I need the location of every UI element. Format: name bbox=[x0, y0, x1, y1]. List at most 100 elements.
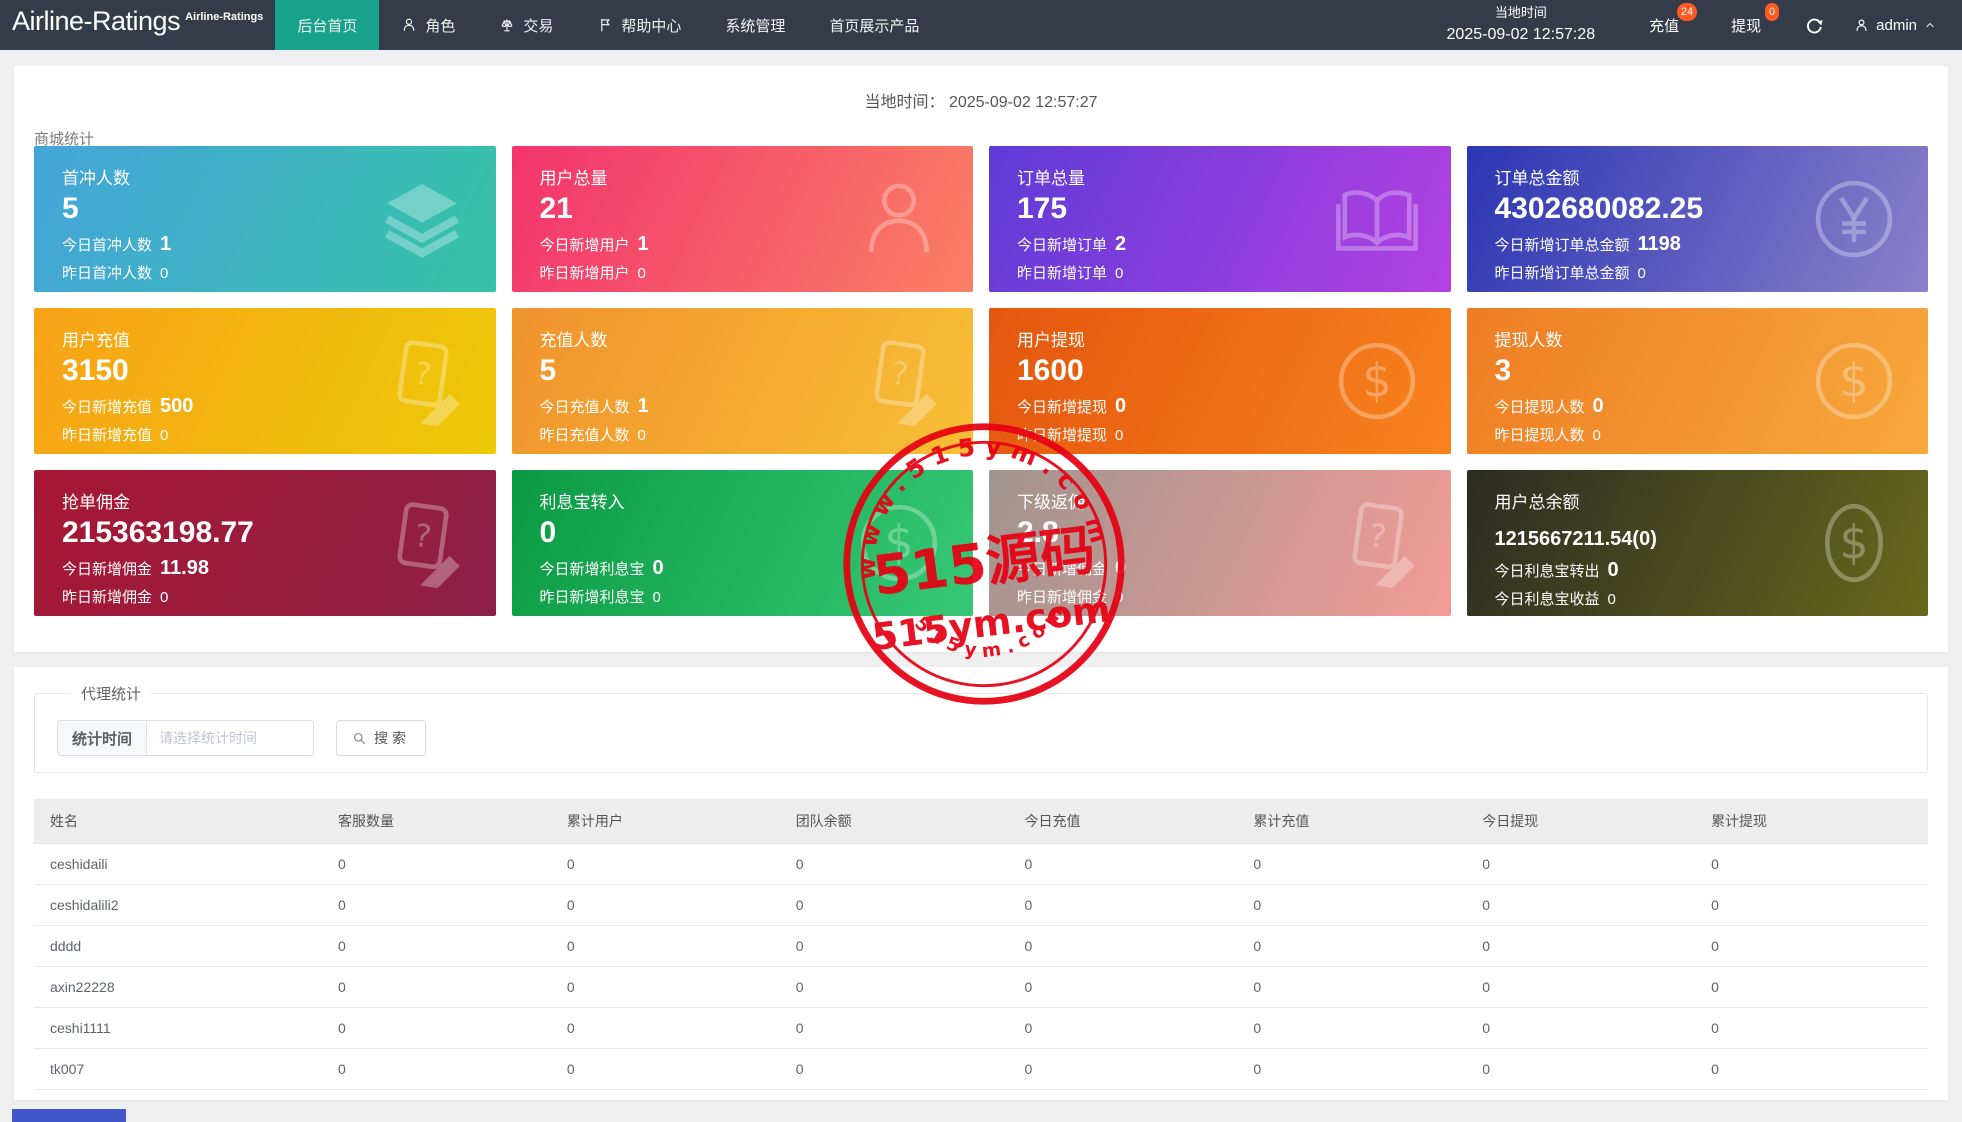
stat-card-today-label: 今日新增订单总金额 bbox=[1495, 234, 1630, 255]
flag-icon bbox=[597, 17, 613, 33]
table-cell: 0 bbox=[326, 1049, 555, 1090]
stat-card-yesterday-value: 0 bbox=[160, 265, 168, 282]
table-cell: 0 bbox=[1013, 926, 1242, 967]
recharge-button[interactable]: 充值 24 bbox=[1623, 0, 1705, 50]
agent-filter-row: 统计时间 搜索 bbox=[57, 720, 1907, 756]
table-cell: 0 bbox=[326, 926, 555, 967]
stat-card-value: 5 bbox=[62, 192, 496, 227]
stat-card: 用户总余额 1215667211.54(0) 今日利息宝转出 0 今日利息宝收益… bbox=[1467, 470, 1929, 616]
table-cell: 0 bbox=[784, 1049, 1013, 1090]
table-cell: 0 bbox=[1699, 885, 1928, 926]
table-cell: 0 bbox=[1470, 885, 1699, 926]
stat-card-title: 提现人数 bbox=[1495, 326, 1929, 351]
stat-time-input[interactable] bbox=[146, 720, 314, 756]
nav-item-3[interactable]: 交易 bbox=[477, 0, 575, 50]
table-column-header: 累计用户 bbox=[555, 799, 784, 844]
table-cell: 0 bbox=[784, 885, 1013, 926]
nav-item-1[interactable]: 后台首页 bbox=[275, 0, 379, 50]
table-cell: 0 bbox=[1241, 885, 1470, 926]
stat-card: 订单总量 175 今日新增订单 2 昨日新增订单 0 bbox=[989, 146, 1451, 292]
table-cell: 0 bbox=[555, 967, 784, 1008]
stat-card-title: 用户提现 bbox=[1017, 326, 1451, 351]
stat-card: 首冲人数 5 今日首冲人数 1 昨日首冲人数 0 bbox=[34, 146, 496, 292]
stat-card-yesterday-label: 昨日新增利息宝 bbox=[540, 586, 645, 607]
stat-card-today-label: 今日充值人数 bbox=[540, 396, 630, 417]
stat-card-today-value: 1 bbox=[638, 233, 649, 256]
stat-card-yesterday-value: 0 bbox=[638, 265, 646, 282]
table-cell: 0 bbox=[555, 1049, 784, 1090]
table-column-header: 今日充值 bbox=[1013, 799, 1242, 844]
stat-card-value: 3 bbox=[1495, 354, 1929, 389]
table-cell: 0 bbox=[1699, 844, 1928, 885]
stat-card-today-label: 今日新增充值 bbox=[62, 396, 152, 417]
table-column-header: 姓名 bbox=[34, 799, 326, 844]
stat-card-today-label: 今日新增提现 bbox=[1017, 396, 1107, 417]
stat-card-title: 用户总量 bbox=[540, 164, 974, 189]
stat-card-today-value: 500 bbox=[160, 395, 193, 418]
stat-card-yesterday-value: 0 bbox=[1593, 427, 1601, 444]
stat-card-today-value: 0 bbox=[1608, 559, 1619, 582]
stat-card-title: 充值人数 bbox=[540, 326, 974, 351]
withdraw-button[interactable]: 提现 0 bbox=[1705, 0, 1787, 50]
user-menu[interactable]: admin bbox=[1842, 17, 1962, 34]
local-time-line: 当地时间： 2025-09-02 12:57:27 bbox=[14, 66, 1948, 112]
stat-card-today-label: 今日新增订单 bbox=[1017, 234, 1107, 255]
nav-item-2[interactable]: 角色 bbox=[379, 0, 477, 50]
table-cell: 0 bbox=[326, 1008, 555, 1049]
stat-card-value: 2.8 bbox=[1017, 516, 1451, 551]
agents-panel: 代理统计 统计时间 搜索 姓名客服数量累计用户团队余额今日充值累计充值今日提现累… bbox=[14, 667, 1948, 1100]
stat-card-today-value: 11.98 bbox=[160, 557, 209, 580]
brand-logo[interactable]: Airline-Ratings Airline-Ratings bbox=[0, 0, 271, 50]
table-cell: 0 bbox=[555, 1008, 784, 1049]
withdraw-label: 提现 bbox=[1731, 15, 1761, 36]
table-cell: 0 bbox=[1013, 967, 1242, 1008]
table-cell: ceshidaili bbox=[34, 844, 326, 885]
stat-card-yesterday-label: 昨日新增用户 bbox=[540, 262, 630, 283]
table-cell: 0 bbox=[1470, 967, 1699, 1008]
refresh-button[interactable] bbox=[1787, 0, 1842, 50]
nav-item-4[interactable]: 帮助中心 bbox=[575, 0, 703, 50]
stat-card-yesterday-value: 0 bbox=[1608, 591, 1616, 608]
table-cell: 0 bbox=[555, 926, 784, 967]
table-column-header: 今日提现 bbox=[1470, 799, 1699, 844]
table-cell: 0 bbox=[326, 844, 555, 885]
local-time-value: 2025-09-02 12:57:27 bbox=[949, 94, 1098, 111]
agent-stats-title: 代理统计 bbox=[71, 683, 151, 704]
stat-card-yesterday-label: 昨日新增提现 bbox=[1017, 424, 1107, 445]
search-icon bbox=[352, 731, 367, 746]
nav-item-6[interactable]: 首页展示产品 bbox=[807, 0, 941, 50]
agents-table-header: 姓名客服数量累计用户团队余额今日充值累计充值今日提现累计提现 bbox=[34, 799, 1928, 844]
search-button[interactable]: 搜索 bbox=[336, 720, 426, 756]
stat-card: 充值人数 5 今日充值人数 1 昨日充值人数 0 bbox=[512, 308, 974, 454]
stat-card-title: 用户充值 bbox=[62, 326, 496, 351]
table-row: ceshidaili0000000 bbox=[34, 844, 1928, 885]
stat-card-value: 1600 bbox=[1017, 354, 1451, 389]
table-cell: 0 bbox=[555, 844, 784, 885]
stat-card-yesterday-value: 0 bbox=[1115, 589, 1123, 606]
table-row: dddd0000000 bbox=[34, 926, 1928, 967]
stat-card-today-value: 0 bbox=[1593, 395, 1604, 418]
stat-card-title: 下级返佣 bbox=[1017, 488, 1451, 513]
stat-card: 下级返佣 2.8 今日新增佣金 0 昨日新增佣金 0 bbox=[989, 470, 1451, 616]
nav-item-5[interactable]: 系统管理 bbox=[703, 0, 807, 50]
stat-card-today-label: 今日新增佣金 bbox=[1017, 558, 1107, 579]
table-column-header: 客服数量 bbox=[326, 799, 555, 844]
stat-card: 提现人数 3 今日提现人数 0 昨日提现人数 0 bbox=[1467, 308, 1929, 454]
table-cell: 0 bbox=[1013, 1049, 1242, 1090]
table-column-header: 累计充值 bbox=[1241, 799, 1470, 844]
stat-card-today-label: 今日新增用户 bbox=[540, 234, 630, 255]
stat-card-title: 用户总余额 bbox=[1495, 488, 1929, 513]
stat-card-today-value: 0 bbox=[653, 557, 664, 580]
table-row: ceshidalili20000000 bbox=[34, 885, 1928, 926]
table-cell: 0 bbox=[1241, 844, 1470, 885]
stat-card-title: 首冲人数 bbox=[62, 164, 496, 189]
stat-card-title: 订单总金额 bbox=[1495, 164, 1929, 189]
table-cell: 0 bbox=[1699, 1049, 1928, 1090]
stat-card-today-value: 0 bbox=[1115, 395, 1126, 418]
table-cell: 0 bbox=[1699, 1008, 1928, 1049]
brand-title: Airline-Ratings bbox=[12, 6, 180, 37]
table-cell: 0 bbox=[1241, 967, 1470, 1008]
stat-card-yesterday-label: 昨日新增佣金 bbox=[1017, 586, 1107, 607]
stat-card-value: 21 bbox=[540, 192, 974, 227]
stat-card-yesterday-value: 0 bbox=[653, 589, 661, 606]
